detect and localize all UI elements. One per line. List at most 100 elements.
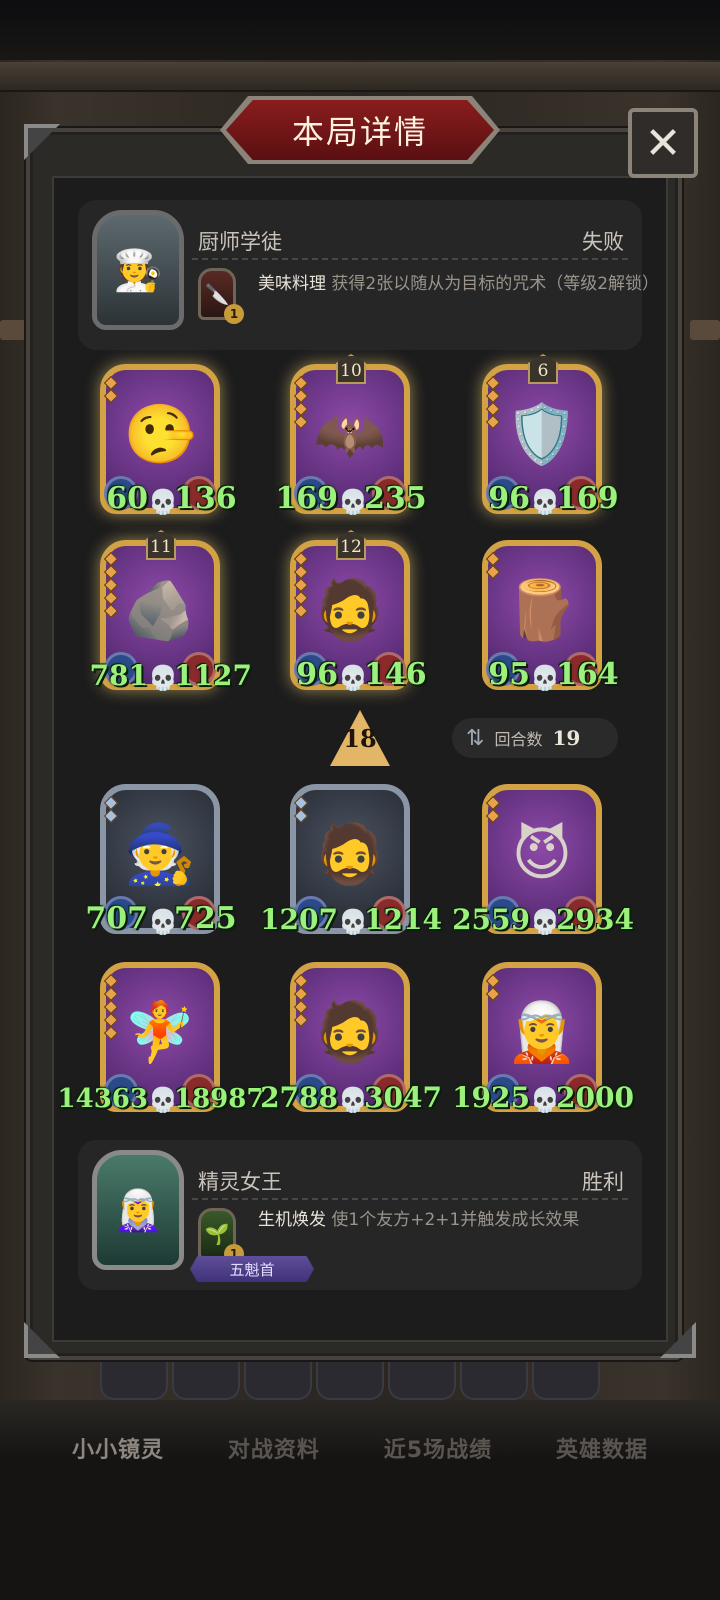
swap-icon: ⇅ [466,725,485,751]
minion-health: 235 [364,481,427,516]
tier-gems [103,973,119,1041]
page-title: 本局详情 [291,113,428,151]
hero-power-description: 使1个友方+2+1并触发成长效果 [331,1210,580,1230]
minion-art-icon: 🛡️ [505,399,579,468]
minion-health: 146 [364,657,427,692]
hero-power-text: 生机焕发 使1个友方+2+1并触发成长效果 [258,1208,678,1232]
close-icon: ✕ [644,117,682,169]
tier-gems [103,551,119,619]
tier-gem-icon [485,414,501,430]
minion-card[interactable]: 🪨 11 781 💀 1127 [90,530,252,698]
tier-gems [485,973,501,1002]
minion-health: 2934 [556,903,634,936]
minion-attack: 96 [488,481,530,516]
minion-card[interactable]: 🧚 14363 💀 18987 [58,962,264,1120]
tier-gem-icon [103,1025,119,1041]
player-hero-box: 🧝‍♀️ 精灵女王 胜利 🌱 1 生机焕发 使1个友方+2+1并触发成长效果 五… [78,1140,642,1290]
tier-gems [103,795,119,824]
bottom-nav: 小小镜灵 对战资料 近5场战绩 英雄数据 [0,1432,720,1482]
minion-health: 136 [174,481,237,516]
rounds-pill: ⇅ 回合数 19 [452,718,618,758]
opponent-hero-box: 🧑‍🍳 厨师学徒 失败 🔪 1 美味料理 获得2张以随从为目标的咒术（等级2解锁… [78,200,659,350]
minion-card[interactable]: 🛡️ 6 96 💀 169 [482,354,619,522]
minion-attack: 2788 [260,1081,338,1114]
hero-name: 厨师学徒 [198,230,282,254]
tier-gems [485,551,501,580]
minion-attack: 96 [296,657,338,692]
close-button[interactable]: ✕ [628,108,698,178]
minion-attack: 95 [488,657,530,692]
tier-gem-icon [103,808,119,824]
minion-attack: 781 [89,659,148,692]
tier-gem-icon [293,414,309,430]
minion-art-icon: 🧔 [313,997,387,1066]
minion-attack: 60 [106,481,148,516]
hero-power-name: 生机焕发 [258,1210,326,1230]
minion-health: 169 [556,481,619,516]
tier-gem-icon [485,986,501,1002]
tier-gems [293,551,309,619]
minion-art-icon: 🧝 [505,997,579,1066]
minion-card[interactable]: 🧔 12 96 💀 146 [290,530,427,698]
tier-gem-icon [103,603,119,619]
title-banner: 本局详情 [226,100,494,160]
hero-power-description: 获得2张以随从为目标的咒术（等级2解锁） [331,274,660,294]
minion-card[interactable]: 🪵 95 💀 164 [482,540,619,698]
bottom-nav-background [0,1400,720,1600]
hero-name: 精灵女王 [198,1170,282,1194]
elf-queen-portrait-icon[interactable]: 🧝‍♀️ [92,1150,184,1270]
rank-badge: 五魁首 [190,1256,314,1282]
tier-gem-icon [293,1012,309,1028]
tier-gem-icon [293,808,309,824]
minion-card[interactable]: 🧔 2788 💀 3047 [260,962,442,1120]
minion-health: 18987 [174,1084,265,1114]
minion-card[interactable]: 🧔 1207 💀 1214 [260,784,442,942]
wooden-beam [0,62,720,92]
minion-health: 1214 [364,903,442,936]
tier-gems [485,375,501,430]
minion-art-icon: 🦇 [313,399,387,468]
minion-attack: 2559 [452,903,530,936]
tab-battle-info[interactable]: 对战资料 [228,1432,320,1482]
minion-health: 164 [556,657,619,692]
minion-health: 1127 [174,659,252,692]
minion-card[interactable]: 🧝 1925 💀 2000 [452,962,634,1120]
power-level-badge: 1 [224,304,244,324]
minion-health: 3047 [364,1081,442,1114]
hero-result: 胜利 [582,1170,624,1194]
hero-power-name: 美味料理 [258,274,326,294]
minion-art-icon: 😈 [511,820,573,888]
minion-attack: 14363 [57,1084,148,1114]
tier-gems [293,375,309,430]
divider [192,1198,628,1200]
minion-card[interactable]: 🦇 10 169 💀 235 [275,354,427,522]
tier-gems [293,973,309,1028]
tier-gems [103,375,119,404]
tier-gem-icon [485,808,501,824]
tab-hero-data[interactable]: 英雄数据 [556,1432,648,1482]
divider [192,258,628,260]
minion-attack: 1207 [260,903,338,936]
minion-art-icon: 🧙 [123,819,197,888]
right-post [690,320,720,340]
tier-gems [293,795,309,824]
minion-attack: 707 [85,901,148,936]
tab-mirror[interactable]: 小小镜灵 [72,1432,164,1482]
rounds-label: 回合数 [494,730,543,749]
tier-gem-icon [293,603,309,619]
tier-up-value: 18 [343,724,377,753]
hero-result: 失败 [582,230,624,254]
hero-power-text: 美味料理 获得2张以随从为目标的咒术（等级2解锁） [258,272,678,296]
minion-card[interactable]: 🧙 707 💀 725 [85,784,237,942]
tier-gems [485,795,501,824]
minion-art-icon: 🤥 [123,399,197,468]
minion-health: 2000 [556,1081,634,1114]
minion-art-icon: 🪵 [505,575,579,644]
tab-recent-matches[interactable]: 近5场战绩 [384,1432,492,1482]
minion-card[interactable]: 😈 2559 💀 2934 [452,784,634,942]
minion-card[interactable]: 🤥 60 💀 136 [100,364,237,522]
minion-attack: 169 [275,481,338,516]
tier-gem-icon [485,564,501,580]
minion-art-icon: 🧔 [313,819,387,888]
chef-hero-portrait-icon[interactable]: 🧑‍🍳 [92,210,184,330]
